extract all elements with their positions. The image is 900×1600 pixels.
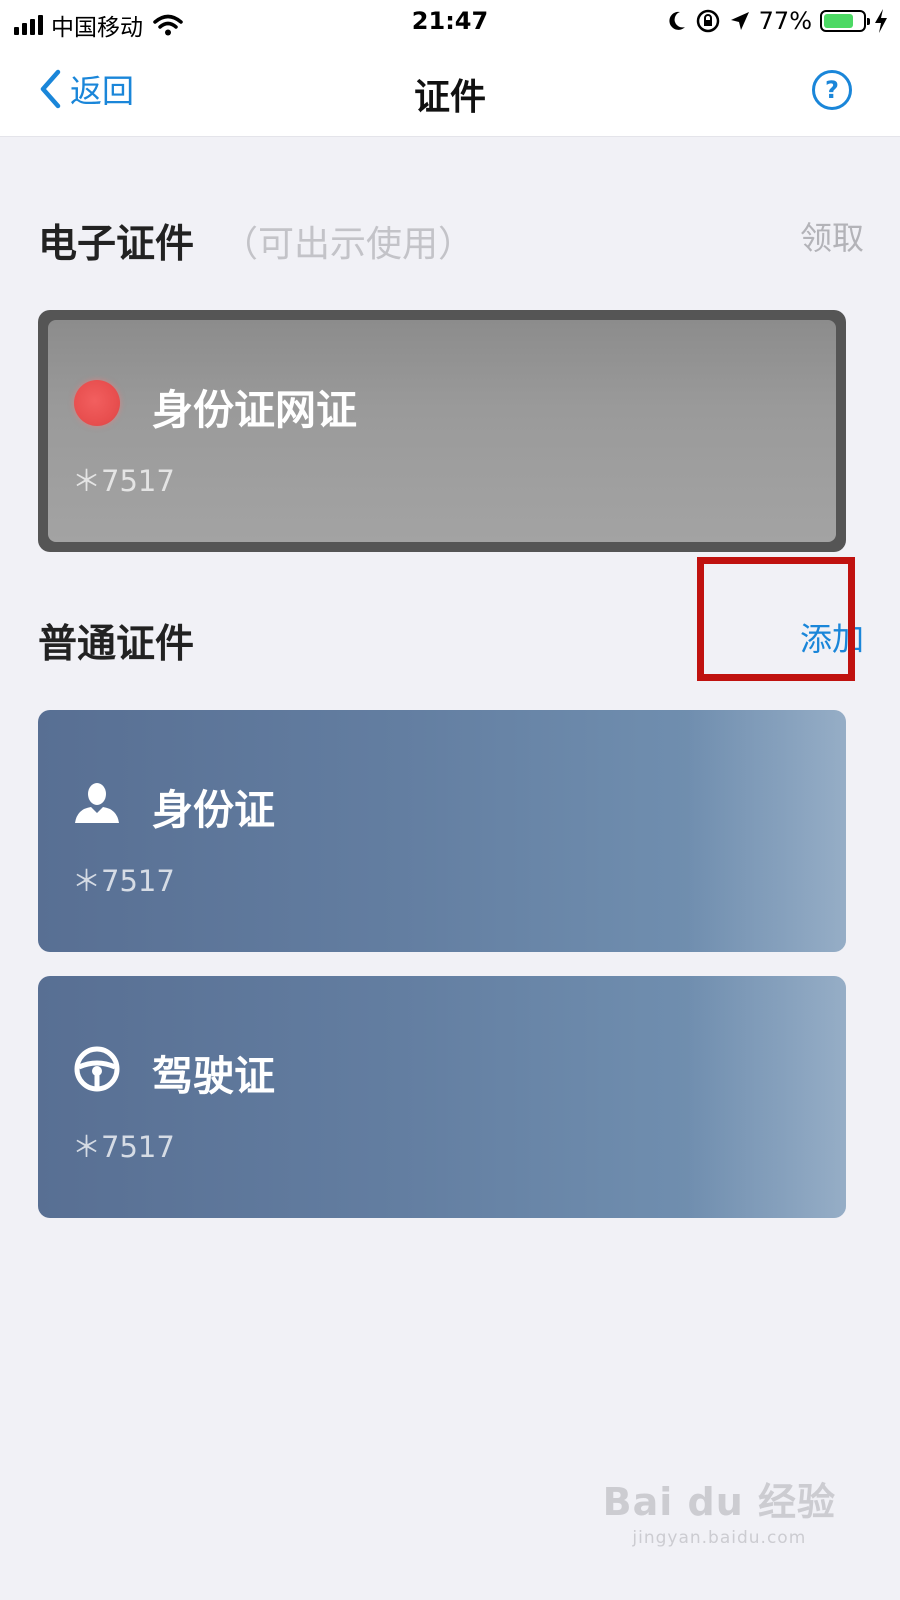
battery-percent: 77% xyxy=(758,7,812,35)
charging-icon xyxy=(875,9,887,33)
steering-wheel-icon xyxy=(72,1044,122,1094)
id-network-card-face: 身份证网证 ＊7517 xyxy=(48,320,836,542)
question-mark-icon: ? xyxy=(825,76,839,104)
claim-button[interactable]: 领取 xyxy=(800,213,864,259)
card-name: 身份证 xyxy=(152,786,275,834)
baidu-watermark: Bai du 经验 jingyan.baidu.com xyxy=(603,1471,836,1548)
battery-icon xyxy=(820,10,870,32)
card-name: 驾驶证 xyxy=(152,1052,275,1100)
nav-bar: 返回 证件 ? xyxy=(0,44,900,137)
card-number: ＊7517 xyxy=(72,864,175,898)
rotation-lock-icon xyxy=(696,9,719,33)
watermark-logo: Bai du 经验 xyxy=(602,1480,836,1524)
location-icon xyxy=(730,12,749,30)
id-card[interactable]: 身份证 ＊7517 xyxy=(38,710,846,952)
driver-license-card[interactable]: 驾驶证 ＊7517 xyxy=(38,976,846,1218)
electronic-section-subtitle: （可出示使用） xyxy=(222,224,475,265)
help-button[interactable]: ? xyxy=(812,70,852,110)
red-dot-icon xyxy=(72,378,122,428)
moon-icon xyxy=(669,11,685,30)
card-name: 身份证网证 xyxy=(152,386,357,434)
person-icon xyxy=(72,778,122,828)
normal-section-title: 普通证件 xyxy=(38,622,195,667)
page-title: 证件 xyxy=(413,77,486,118)
id-network-card[interactable]: 身份证网证 ＊7517 xyxy=(38,310,846,552)
blurred-area xyxy=(686,710,846,952)
card-number: ＊7517 xyxy=(72,464,175,498)
highlight-box xyxy=(697,557,855,681)
electronic-section-title: 电子证件 xyxy=(38,222,195,267)
status-bar: 中国移动 21:47 77% xyxy=(0,0,900,44)
watermark-url: jingyan.baidu.com xyxy=(632,1528,807,1548)
card-number: ＊7517 xyxy=(72,1130,175,1164)
battery-fill xyxy=(824,14,854,28)
blurred-area xyxy=(686,976,846,1218)
status-right: 77% xyxy=(667,7,888,35)
